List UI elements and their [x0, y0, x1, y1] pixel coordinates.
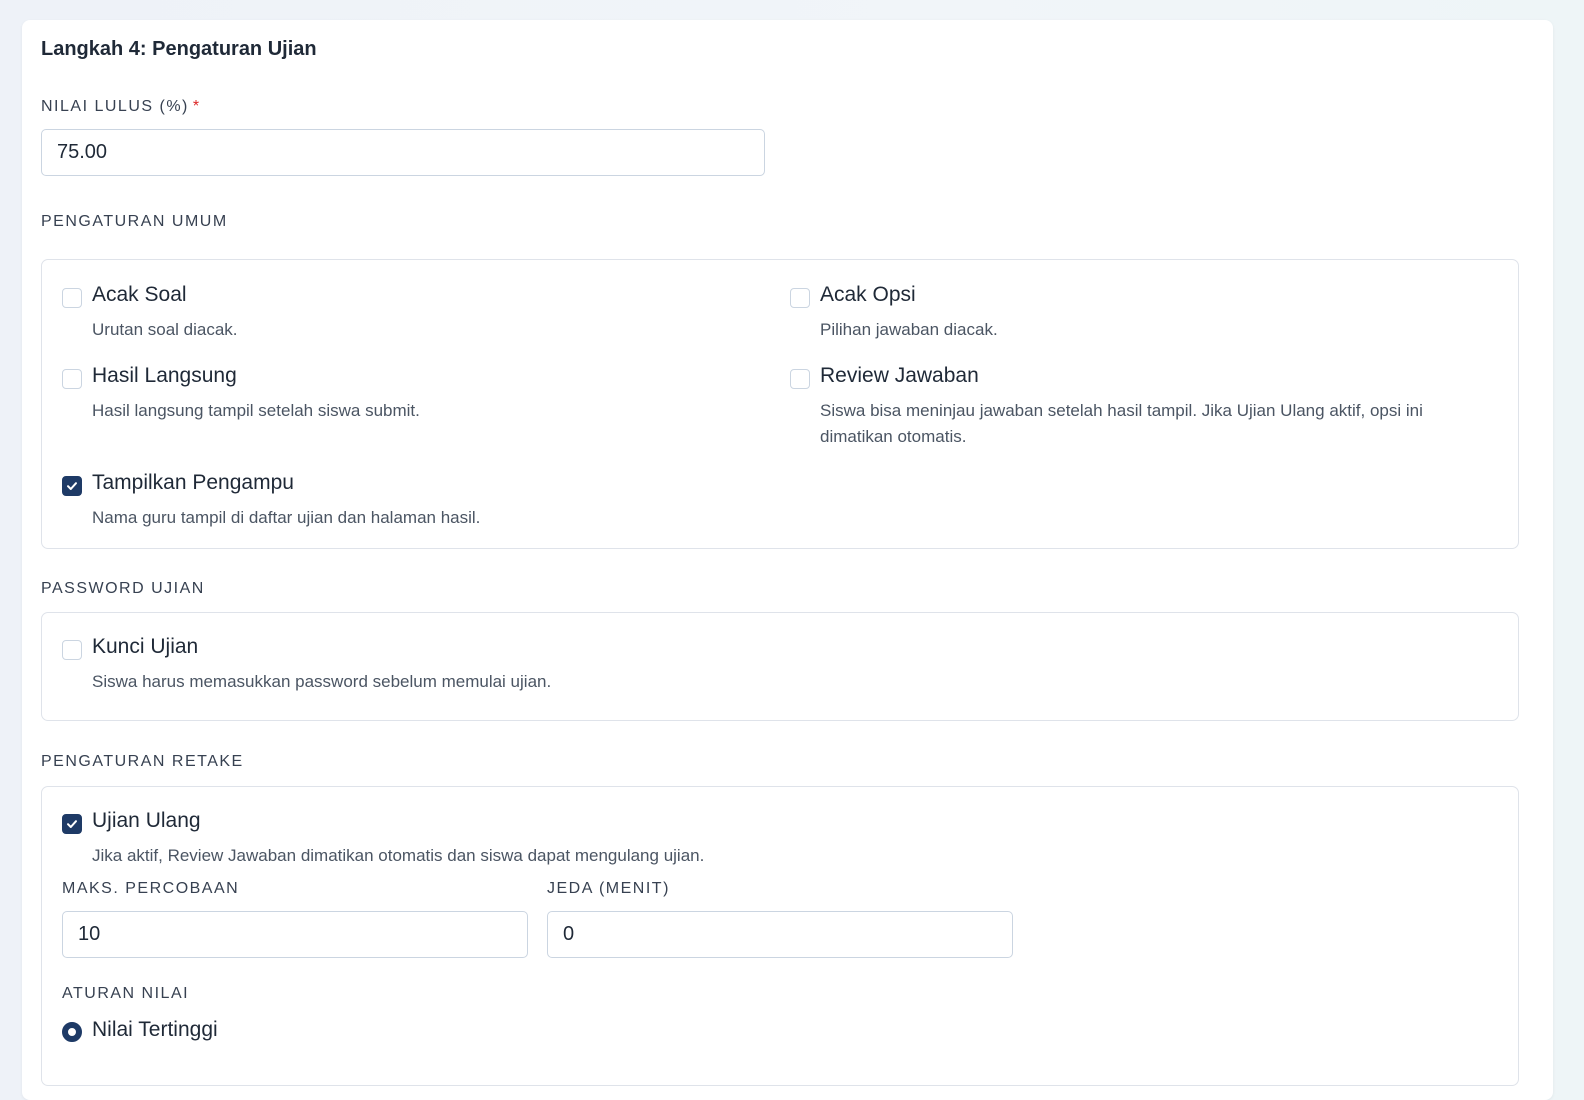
option-retake-exam[interactable]: Ujian Ulang Jika aktif, Review Jawaban d…: [62, 809, 862, 869]
option-title: Ujian Ulang: [92, 809, 201, 832]
option-review-answers[interactable]: Review Jawaban Siswa bisa meninjau jawab…: [790, 364, 1490, 450]
max-attempts-input[interactable]: [62, 911, 528, 958]
passing-grade-label: NILAI LULUS (%) *: [41, 98, 201, 116]
instant-result-checkbox[interactable]: [62, 369, 82, 389]
option-description: Pilihan jawaban diacak.: [820, 320, 998, 339]
option-shuffle-questions[interactable]: Acak Soal Urutan soal diacak.: [62, 283, 742, 343]
check-icon: [67, 820, 77, 828]
option-description: Siswa bisa meninjau jawaban setelah hasi…: [820, 401, 1423, 446]
general-settings-heading: PENGATURAN UMUM: [41, 213, 228, 230]
cooldown-label: JEDA (MENIT): [547, 880, 670, 897]
option-description: Nama guru tampil di daftar ujian dan hal…: [92, 508, 481, 527]
password-settings-group: Kunci Ujian Siswa harus memasukkan passw…: [41, 612, 1519, 721]
option-title: Review Jawaban: [820, 364, 979, 387]
general-settings-group: Acak Soal Urutan soal diacak. Acak Opsi …: [41, 259, 1519, 549]
option-lock-exam[interactable]: Kunci Ujian Siswa harus memasukkan passw…: [62, 635, 742, 695]
option-description: Jika aktif, Review Jawaban dimatikan oto…: [92, 846, 705, 865]
show-teacher-checkbox[interactable]: [62, 476, 82, 496]
step-title: Langkah 4: Pengaturan Ujian: [41, 38, 317, 60]
check-icon: [67, 482, 77, 490]
passing-grade-label-text: NILAI LULUS (%): [41, 98, 189, 115]
max-attempts-label: MAKS. PERCOBAAN: [62, 880, 240, 897]
shuffle-choices-checkbox[interactable]: [790, 288, 810, 308]
grading-rule-option-highest[interactable]: Nilai Tertinggi: [62, 1018, 362, 1048]
retake-exam-checkbox[interactable]: [62, 814, 82, 834]
option-title: Kunci Ujian: [92, 635, 199, 658]
option-title: Tampilkan Pengampu: [92, 471, 294, 494]
option-show-teacher[interactable]: Tampilkan Pengampu Nama guru tampil di d…: [62, 471, 742, 531]
option-description: Hasil langsung tampil setelah siswa subm…: [92, 401, 420, 420]
radio-label: Nilai Tertinggi: [92, 1018, 218, 1041]
highest-score-radio[interactable]: [62, 1022, 82, 1042]
retake-settings-heading: PENGATURAN RETAKE: [41, 753, 244, 770]
option-instant-result[interactable]: Hasil Langsung Hasil langsung tampil set…: [62, 364, 742, 424]
required-mark: *: [192, 98, 201, 115]
option-title: Acak Opsi: [820, 283, 916, 306]
passing-grade-input[interactable]: [41, 129, 765, 176]
review-answers-checkbox[interactable]: [790, 369, 810, 389]
option-shuffle-choices[interactable]: Acak Opsi Pilihan jawaban diacak.: [790, 283, 1490, 343]
option-title: Hasil Langsung: [92, 364, 237, 387]
password-settings-heading: PASSWORD UJIAN: [41, 580, 205, 597]
option-title: Acak Soal: [92, 283, 187, 306]
option-description: Siswa harus memasukkan password sebelum …: [92, 672, 552, 691]
shuffle-questions-checkbox[interactable]: [62, 288, 82, 308]
cooldown-input[interactable]: [547, 911, 1013, 958]
lock-exam-checkbox[interactable]: [62, 640, 82, 660]
option-description: Urutan soal diacak.: [92, 320, 238, 339]
grading-rule-label: ATURAN NILAI: [62, 985, 190, 1002]
